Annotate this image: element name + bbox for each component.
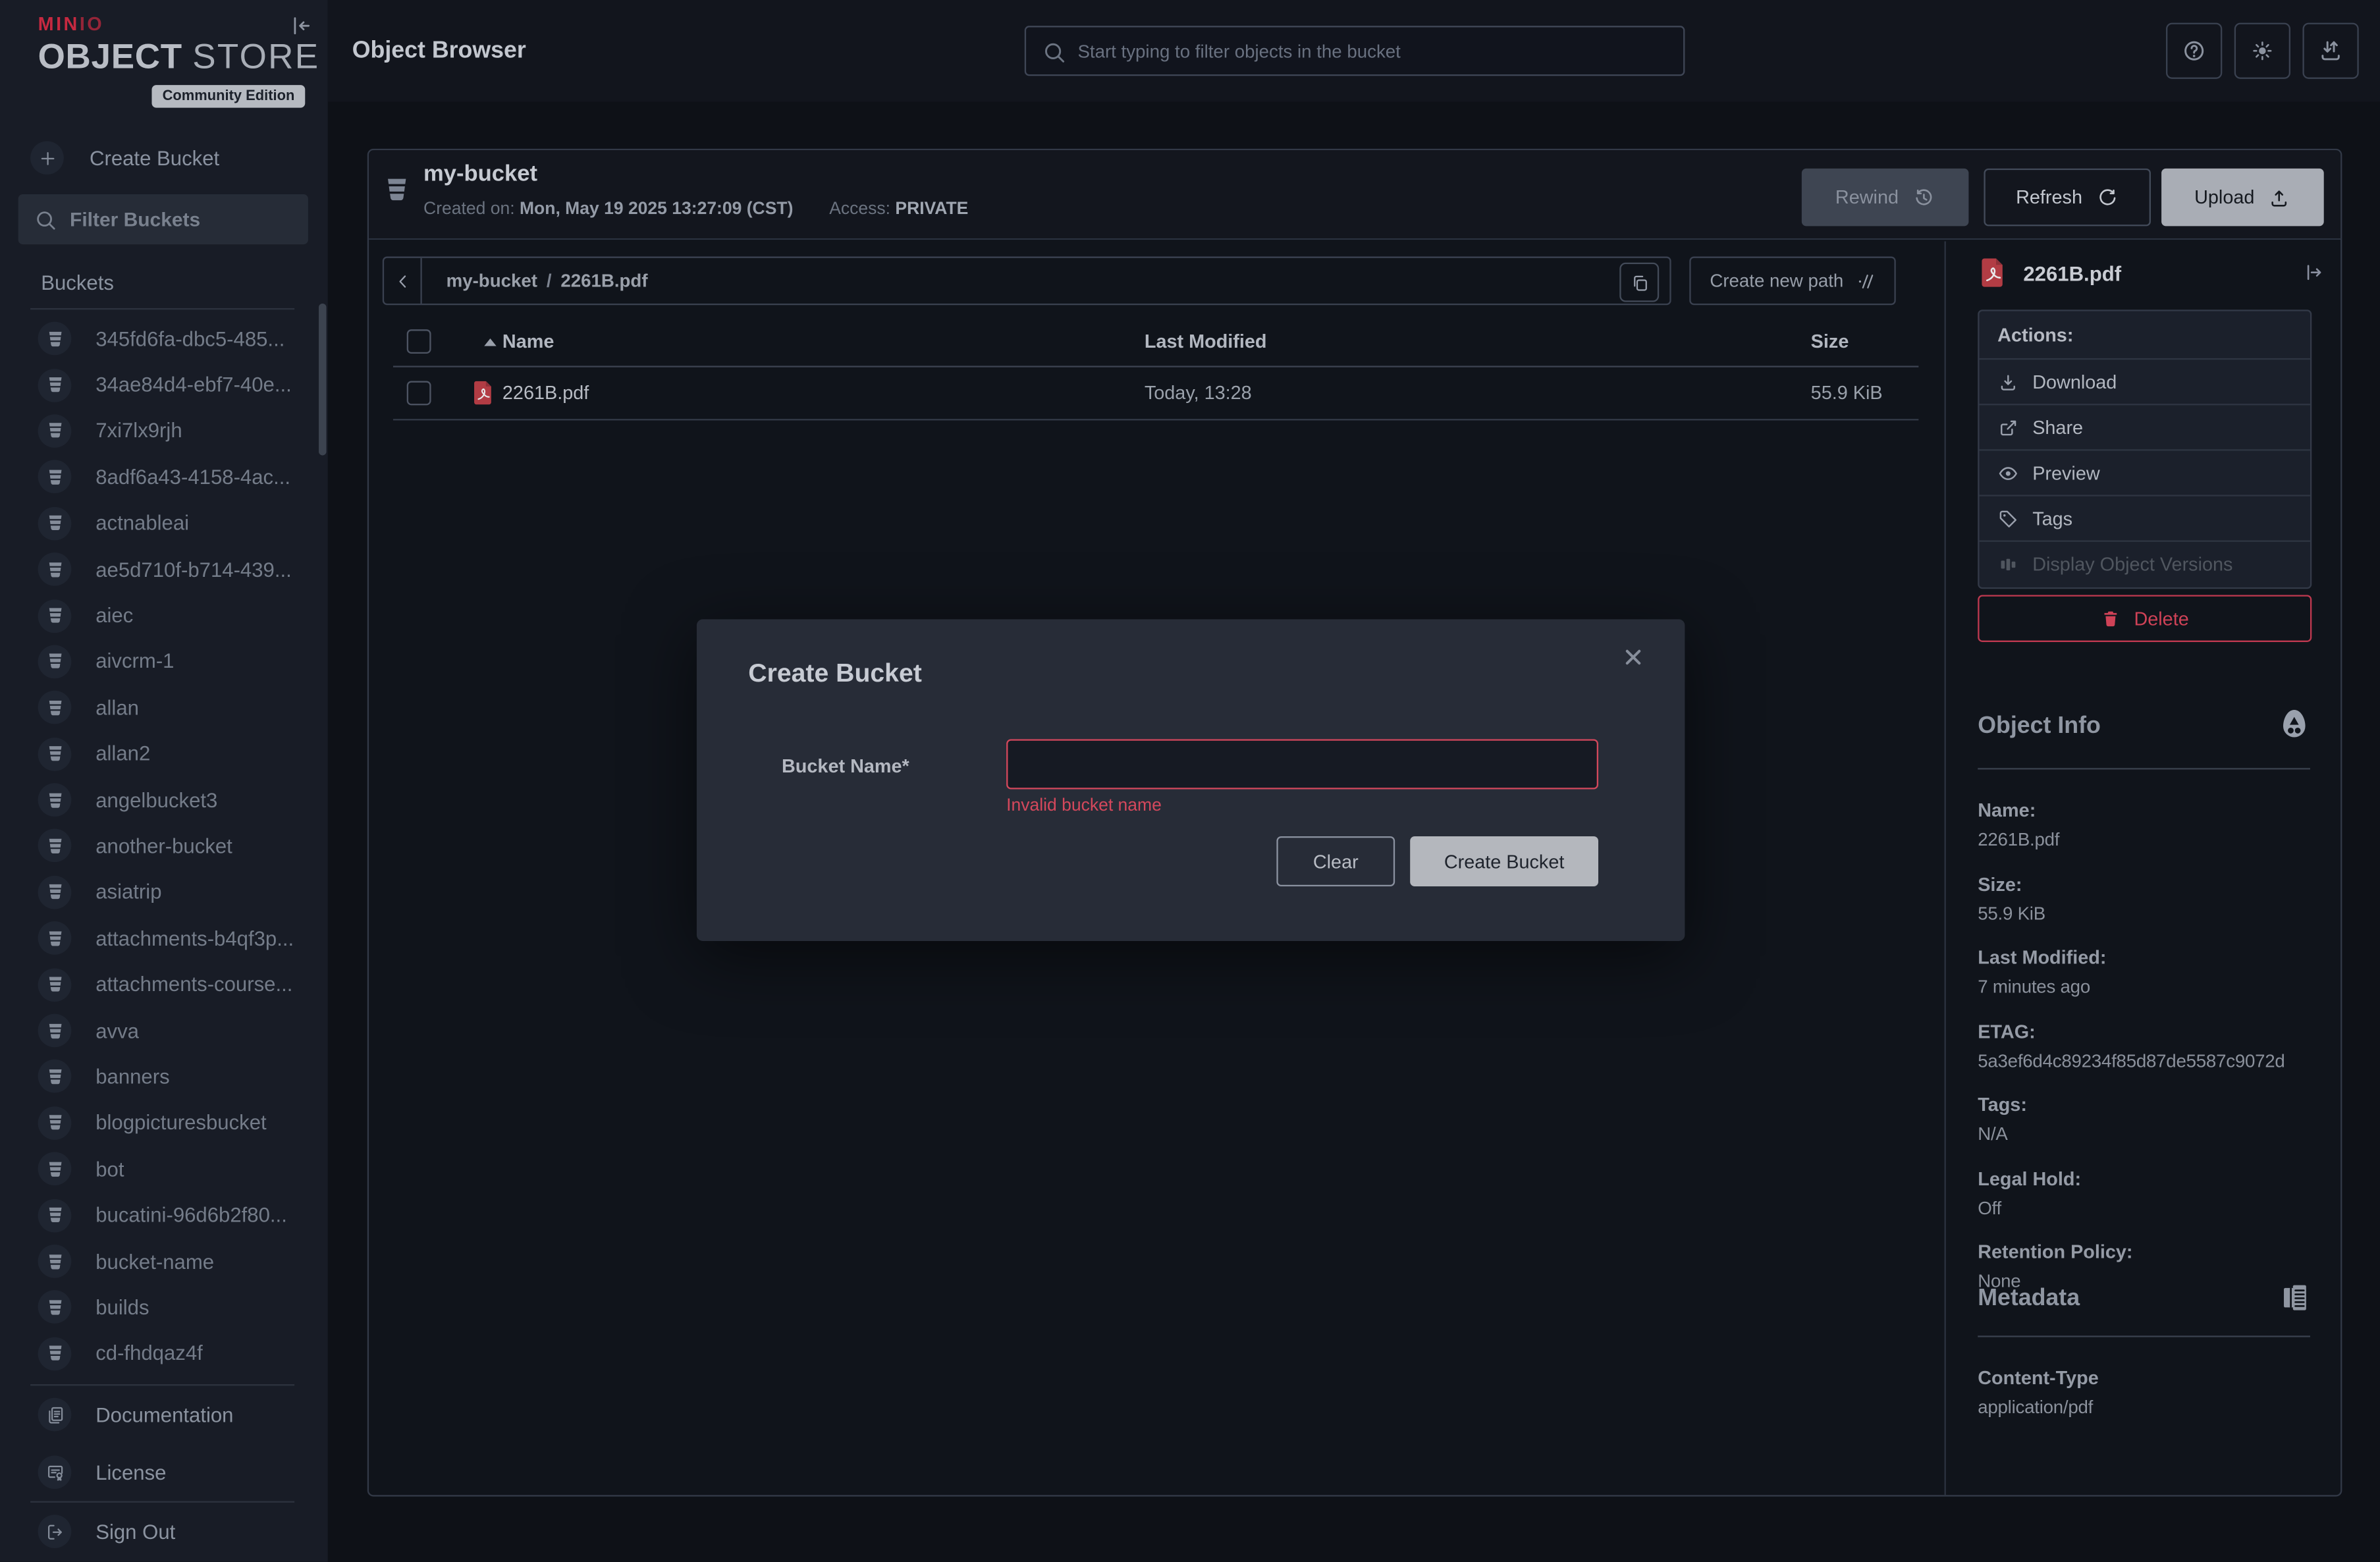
clear-button[interactable]: Clear (1276, 836, 1395, 886)
validation-error: Invalid bucket name (1006, 797, 1162, 815)
minio-console: MINIO OBJECT STORE Community Edition Cre… (0, 0, 2380, 1562)
bucket-name-label: Bucket Name* (782, 756, 909, 777)
create-bucket-submit-button[interactable]: Create Bucket (1410, 836, 1598, 886)
close-icon[interactable] (1621, 645, 1646, 670)
modal-title: Create Bucket (748, 659, 922, 689)
create-bucket-modal: Create Bucket Bucket Name* Invalid bucke… (697, 619, 1685, 941)
bucket-name-input[interactable] (1006, 739, 1598, 789)
